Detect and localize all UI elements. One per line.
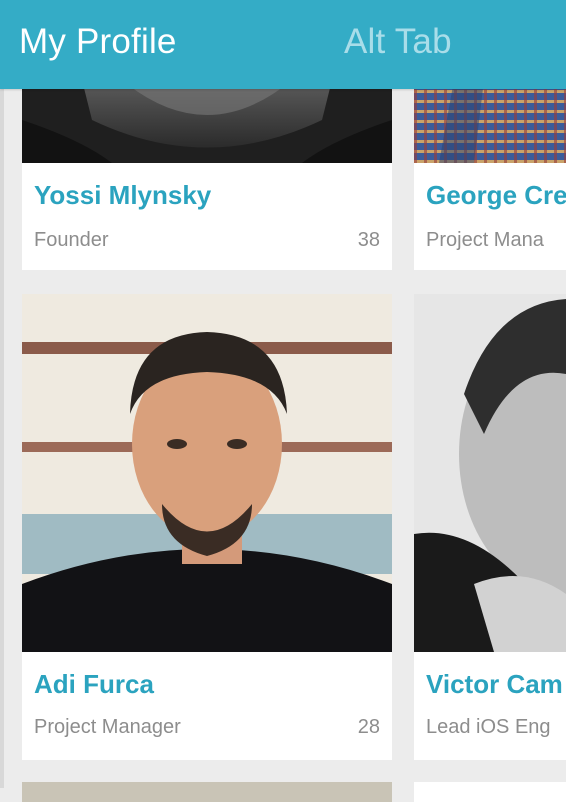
person-role: Project Manager	[34, 716, 181, 738]
person-name: Adi Furca	[34, 669, 154, 699]
profile-photo	[22, 80, 392, 163]
tab-alt-tab[interactable]: Alt Tab	[344, 22, 452, 62]
person-count: 28	[357, 716, 380, 738]
profile-card[interactable]: George Cre Project Mana	[414, 80, 566, 270]
person-count: 38	[357, 229, 380, 251]
profile-photo	[414, 80, 566, 163]
tab-my-profile[interactable]: My Profile	[19, 22, 177, 62]
person-name: Yossi Mlynsky	[34, 180, 212, 210]
profile-card[interactable]: Adi Furca Project Manager 28	[22, 294, 392, 760]
profile-photo	[22, 294, 392, 652]
person-role: Project Mana	[426, 229, 544, 251]
person-name: George Cre	[426, 180, 566, 210]
person-name: Victor Cam	[426, 669, 563, 699]
top-tab-bar: My Profile Alt Tab	[0, 0, 566, 89]
person-role: Founder	[34, 229, 109, 251]
profile-card[interactable]: Victor Cam Lead iOS Eng	[414, 294, 566, 760]
profile-card[interactable]: Yossi Mlynsky Founder 38	[22, 80, 392, 270]
profile-photo	[414, 294, 566, 652]
profile-card[interactable]	[414, 782, 566, 802]
profile-card[interactable]	[22, 782, 392, 802]
left-edge	[0, 0, 4, 788]
person-role: Lead iOS Eng	[426, 716, 551, 738]
